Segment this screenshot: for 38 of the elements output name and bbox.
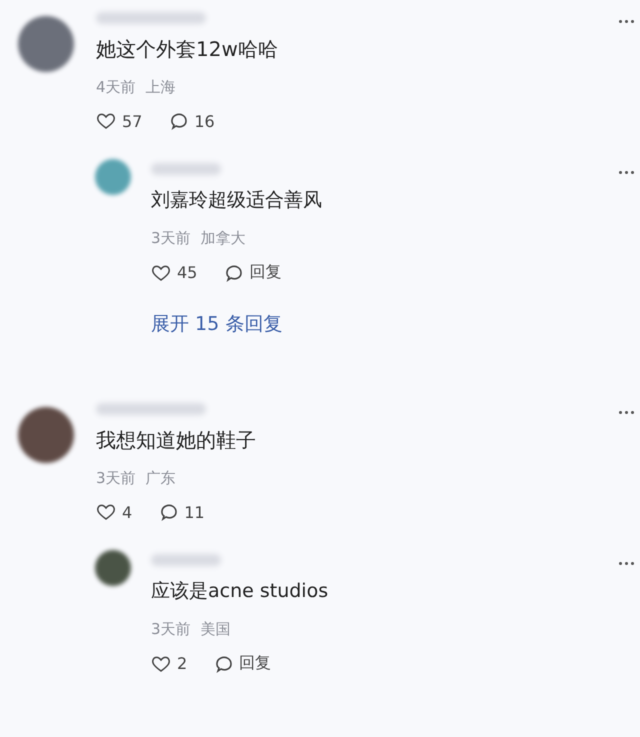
comment-text: 刘嘉玲超级适合善风 <box>151 188 323 213</box>
expand-replies-link[interactable]: 展开 15 条回复 <box>0 311 282 337</box>
comment-time: 3天前 <box>96 469 136 488</box>
comment-time: 3天前 <box>151 229 191 248</box>
comment-icon[interactable] <box>168 111 188 131</box>
blurred-username <box>151 163 221 175</box>
comment-time: 3天前 <box>151 620 191 639</box>
more-icon[interactable] <box>619 562 634 566</box>
reply-label[interactable]: 回复 <box>249 262 282 283</box>
comment-location: 上海 <box>146 78 176 97</box>
comment-location: 美国 <box>200 620 231 639</box>
like-count: 4 <box>122 502 132 522</box>
more-icon[interactable] <box>619 171 634 175</box>
like-count: 57 <box>122 112 142 130</box>
more-icon[interactable] <box>619 20 634 24</box>
reply-label[interactable]: 11 <box>184 502 205 522</box>
avatar[interactable] <box>18 16 74 72</box>
reply-label[interactable]: 16 <box>194 112 215 130</box>
heart-icon[interactable] <box>96 111 116 131</box>
comment-text: 我想知道她的鞋子 <box>96 427 257 453</box>
like-count: 45 <box>177 263 198 282</box>
comment-location: 广东 <box>146 469 176 488</box>
comment-icon[interactable] <box>213 654 234 674</box>
comment-time: 4天前 <box>96 78 136 97</box>
reply-label[interactable]: 回复 <box>239 653 272 674</box>
comment-text: 应该是acne studios <box>151 579 330 604</box>
avatar[interactable] <box>18 407 74 463</box>
comment-icon[interactable] <box>158 502 178 522</box>
avatar[interactable] <box>95 550 131 586</box>
more-icon[interactable] <box>619 411 634 415</box>
heart-icon[interactable] <box>96 502 116 522</box>
comment-text: 她这个外套12w哈哈 <box>96 36 279 62</box>
heart-icon[interactable] <box>151 654 171 674</box>
blurred-username <box>151 554 221 566</box>
comment-icon[interactable] <box>223 262 244 282</box>
heart-icon[interactable] <box>151 262 171 282</box>
like-count: 2 <box>177 654 188 673</box>
comment-location: 加拿大 <box>200 229 246 248</box>
